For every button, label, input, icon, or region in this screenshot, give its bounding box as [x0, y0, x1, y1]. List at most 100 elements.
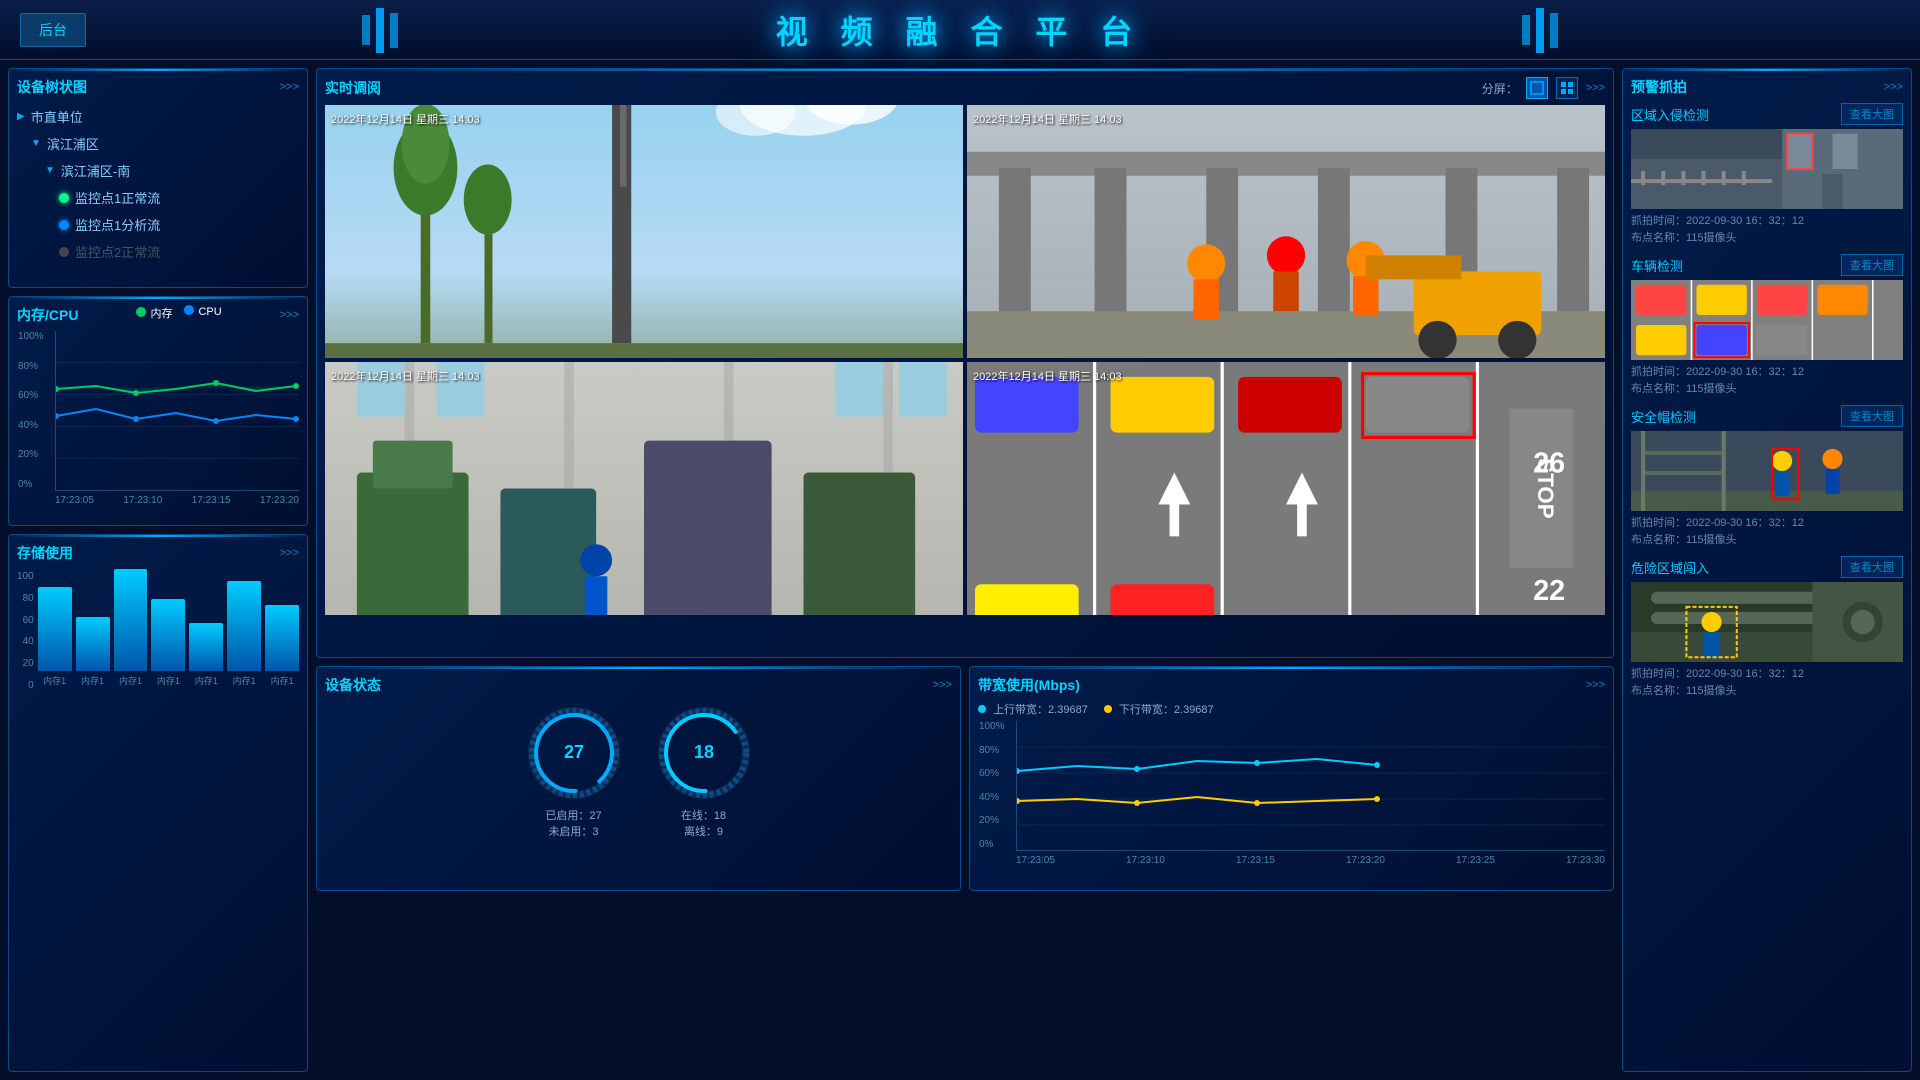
- alert-1-img-svg: [1631, 280, 1903, 360]
- mem-cpu-chart-area: 100% 80% 60% 40% 20% 0%: [55, 331, 299, 491]
- center-bottom: 设备状态 >>>: [316, 666, 1614, 891]
- bandwidth-more[interactable]: >>>: [1586, 679, 1605, 691]
- parking-scene-svg: STOP 22 11 26: [967, 362, 1605, 615]
- tree-item-point1-analysis[interactable]: 监控点1分析流: [17, 211, 299, 238]
- device-tree-header: 设备树状图 >>>: [17, 77, 299, 97]
- split-1x1-btn[interactable]: [1526, 77, 1548, 99]
- alerts-title: 预警抓拍: [1631, 77, 1687, 97]
- grid-4-icon: [1560, 81, 1574, 95]
- alerts-panel: 预警抓拍 >>> 区域入侵检测 查看大图: [1622, 68, 1912, 1072]
- factory-scene-svg: [325, 362, 963, 615]
- storage-bar-chart: 内存1 内存1 内存1 内存1: [38, 571, 299, 691]
- bandwidth-panel: 带宽使用(Mbps) >>> 上行带宽：2.39687 下行带宽：2.39687: [969, 666, 1614, 891]
- storage-title: 存储使用: [17, 543, 73, 563]
- video-cell-1[interactable]: 2022年12月14日 星期三 14:03: [325, 105, 963, 358]
- tree-item-city[interactable]: ▶ 市直单位: [17, 103, 299, 130]
- bar-6: [265, 605, 299, 671]
- bar-col-2: 内存1: [114, 569, 148, 687]
- bandwidth-header: 带宽使用(Mbps) >>>: [978, 675, 1605, 695]
- alert-0-meta: 抓拍时间：2022-09-30 16：32：12 布点名称：115摄像头: [1631, 213, 1903, 246]
- header-deco-right: [1440, 0, 1640, 60]
- bandwidth-x-labels: 17:23:05 17:23:10 17:23:15 17:23:20 17:2…: [1016, 855, 1605, 866]
- alert-3-img-svg: [1631, 582, 1903, 662]
- chart-legend: 内存 CPU: [136, 305, 221, 321]
- crane-scene-svg: [325, 105, 963, 358]
- gauge-2-label1: 在线：18: [681, 807, 726, 823]
- alert-1-img: [1631, 280, 1903, 360]
- monitor-more[interactable]: >>>: [1586, 82, 1605, 94]
- gauge-2-label2: 离线：9: [684, 823, 723, 839]
- bar-col-4: 内存1: [189, 623, 223, 687]
- tree-item-binjiang[interactable]: ▼ 滨江浦区: [17, 130, 299, 157]
- mem-cpu-more[interactable]: >>>: [280, 309, 299, 321]
- video-cell-2[interactable]: 2022年12月14日 星期三 14:03: [967, 105, 1605, 358]
- device-status-title: 设备状态: [325, 675, 381, 695]
- alert-2-view-btn[interactable]: 查看大图: [1841, 405, 1903, 427]
- chart-y-labels: 100% 80% 60% 40% 20% 0%: [18, 331, 44, 490]
- alert-3-img: [1631, 582, 1903, 662]
- grid-1-icon: [1530, 81, 1544, 95]
- alert-3-view-btn[interactable]: 查看大图: [1841, 556, 1903, 578]
- storage-more[interactable]: >>>: [280, 547, 299, 559]
- left-panel: 设备树状图 >>> ▶ 市直单位 ▼ 滨江浦区 ▼ 滨江浦区-南 监控点1正常流: [8, 68, 308, 1072]
- gauge-1: 27: [524, 703, 624, 803]
- bar-col-6: 内存1: [265, 605, 299, 687]
- video-cell-4[interactable]: 2022年12月14日 星期三 14:03: [967, 362, 1605, 615]
- bandwidth-chart-area: 100% 80% 60% 40% 20% 0%: [1016, 721, 1605, 851]
- legend-mem: 内存: [136, 305, 172, 321]
- timestamp-4: 2022年12月14日 星期三 14:03: [973, 368, 1122, 384]
- alert-0-view-btn[interactable]: 查看大图: [1841, 103, 1903, 125]
- gauge-2: 18: [654, 703, 754, 803]
- bandwidth-legend: 上行带宽：2.39687 下行带宽：2.39687: [978, 701, 1605, 717]
- svg-text:11: 11: [1533, 362, 1563, 368]
- storage-header: 存储使用 >>>: [17, 543, 299, 563]
- timestamp-3: 2022年12月14日 星期三 14:03: [331, 368, 480, 384]
- legend-cpu: CPU: [184, 305, 221, 321]
- video-cell-3[interactable]: 2022年12月14日 星期三 14:03: [325, 362, 963, 615]
- alert-0-title: 区域入侵检测: [1631, 105, 1709, 124]
- alert-item-1: 车辆检测 查看大图: [1631, 254, 1903, 397]
- monitor-title: 实时调阅: [325, 78, 381, 98]
- gauge-2-wrap: 18 在线：18 离线：9: [654, 703, 754, 839]
- back-button[interactable]: 后台: [20, 13, 86, 47]
- tree-arrow-icon: ▶: [17, 111, 25, 122]
- bar-5: [227, 581, 261, 671]
- page-title: 视 频 融 合 平 台: [776, 7, 1144, 53]
- monitor-header: 实时调阅 分屏： >>>: [325, 77, 1605, 99]
- alert-item-2: 安全帽检测 查看大图: [1631, 405, 1903, 548]
- device-status-panel: 设备状态 >>>: [316, 666, 961, 891]
- alert-3-title: 危险区域闯入: [1631, 558, 1709, 577]
- alert-2-title: 安全帽检测: [1631, 407, 1696, 426]
- gauge-1-wrap: 27 已启用：27 未启用：3: [524, 703, 624, 839]
- device-tree-more[interactable]: >>>: [280, 81, 299, 93]
- gauge-2-svg: 18: [654, 703, 754, 803]
- device-status-header: 设备状态 >>>: [325, 675, 952, 695]
- alert-2-header: 安全帽检测 查看大图: [1631, 405, 1903, 427]
- alerts-more[interactable]: >>>: [1884, 81, 1903, 93]
- alert-1-view-btn[interactable]: 查看大图: [1841, 254, 1903, 276]
- bar-col-0: 内存1: [38, 587, 72, 687]
- mem-cpu-chart: 100% 80% 60% 40% 20% 0%: [55, 331, 299, 491]
- alert-0-img: [1631, 129, 1903, 209]
- construction-scene-svg: [967, 105, 1605, 358]
- svg-text:27: 27: [563, 742, 583, 762]
- split-label: 分屏：: [1482, 80, 1518, 97]
- alerts-header: 预警抓拍 >>>: [1631, 77, 1903, 97]
- mem-cpu-panel: 内存/CPU 内存 CPU >>> 100% 80% 60% 40% 20% 0…: [8, 296, 308, 526]
- timestamp-1: 2022年12月14日 星期三 14:03: [331, 111, 480, 127]
- chart-grid-svg: [56, 331, 299, 490]
- tree-item-binjiang-south[interactable]: ▼ 滨江浦区-南: [17, 157, 299, 184]
- bar-col-3: 内存1: [151, 599, 185, 687]
- legend-blue-dot: [184, 305, 194, 315]
- tree-item-point2-normal[interactable]: 监控点2正常流: [17, 238, 299, 265]
- legend-down: 下行带宽：2.39687: [1104, 701, 1214, 717]
- split-2x2-btn[interactable]: [1556, 77, 1578, 99]
- tree-item-point1-normal[interactable]: 监控点1正常流: [17, 184, 299, 211]
- storage-y-labels: 100 80 60 40 20 0: [17, 571, 38, 691]
- legend-down-dot: [1104, 705, 1112, 713]
- storage-panel: 存储使用 >>> 100 80 60 40 20 0 内存1: [8, 534, 308, 1072]
- device-status-more[interactable]: >>>: [933, 679, 952, 691]
- alert-1-title: 车辆检测: [1631, 256, 1683, 275]
- alert-item-3: 危险区域闯入 查看大图: [1631, 556, 1903, 699]
- storage-chart-wrap: 100 80 60 40 20 0 内存1 内存1: [17, 571, 299, 691]
